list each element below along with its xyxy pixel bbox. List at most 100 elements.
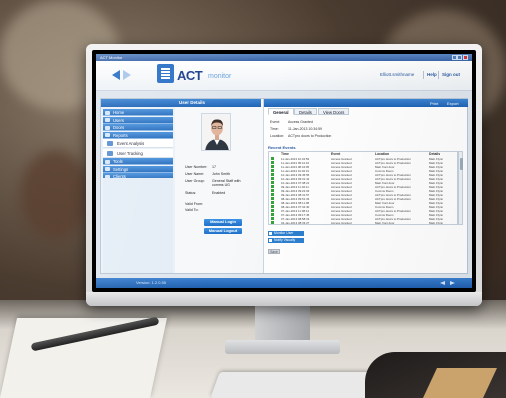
event-status-icon <box>271 181 274 184</box>
event-status-icon <box>271 165 274 168</box>
save-button[interactable]: Save <box>268 249 280 254</box>
detail-pane: Print Export General Details View Doors … <box>263 99 468 273</box>
sidebar-header <box>101 99 175 107</box>
event-status-icon <box>271 221 274 224</box>
sidebar-subitem-label: User Tracking <box>117 150 143 156</box>
time-label: Time: <box>270 127 279 131</box>
tab-general[interactable]: General <box>268 108 294 115</box>
column-header-details[interactable]: Details <box>429 152 440 156</box>
back-arrow-icon[interactable] <box>112 70 120 80</box>
manual-logout-button[interactable]: Manual Logout <box>204 227 242 234</box>
event-value: Access Granted <box>288 120 313 124</box>
table-cell[interactable]: 04-Jan-2013 08:33:27 <box>281 221 309 224</box>
app-toolbar: ACT monitor Elliott.smithname Help Sign … <box>96 61 472 91</box>
event-status-icon <box>271 169 274 172</box>
forward-arrow-icon[interactable] <box>123 70 131 80</box>
event-status-icon <box>271 189 274 192</box>
column-header-location[interactable]: Location <box>375 152 389 156</box>
event-status-icon <box>271 161 274 164</box>
event-analysis-icon <box>107 141 113 146</box>
next-arrow-icon[interactable] <box>450 280 455 285</box>
user-number-label: User Number: <box>185 165 208 169</box>
version-text: Version: 1.2.0.55 <box>136 280 167 285</box>
logo-subtext: monitor <box>208 73 232 80</box>
manual-login-button[interactable]: Manual Login <box>204 219 242 226</box>
user-group-label: User Group: <box>185 179 205 183</box>
separator <box>438 71 439 79</box>
user-details-header: User Details <box>175 99 261 107</box>
table-cell[interactable]: Access Granted <box>331 221 352 224</box>
table-cell[interactable]: Main front door <box>375 221 394 224</box>
user-name-label: User Name: <box>185 172 205 176</box>
window-titlebar: ACT Monitor <box>96 54 472 61</box>
recent-events-title: Recent Events <box>268 145 296 150</box>
sidebar-item-label: Tools <box>113 159 123 164</box>
user-avatar-icon <box>202 114 230 150</box>
settings-icon <box>105 167 110 171</box>
column-header-event[interactable]: Event <box>331 152 340 156</box>
previous-arrow-icon[interactable] <box>440 280 445 285</box>
column-header-time[interactable]: Time <box>281 152 289 156</box>
sidebar-subitem-label: Event Analysis <box>117 141 145 146</box>
sidebar-item-label: Reports <box>113 132 128 138</box>
sidebar-item-settings[interactable]: Settings <box>103 165 173 173</box>
sign-out-link[interactable]: Sign out <box>442 72 460 77</box>
sidebar-empty-area <box>103 178 173 273</box>
reports-icon <box>105 133 110 137</box>
sidebar-item-label: Users <box>113 117 124 123</box>
help-link[interactable]: Help <box>427 72 437 77</box>
current-user-link[interactable]: Elliott.smithname <box>380 72 414 77</box>
monitor-user-checkbox[interactable]: Monitor User <box>268 231 304 236</box>
tab-details[interactable]: Details <box>294 108 317 115</box>
separator <box>423 71 424 79</box>
app-window: ACT Monitor ACT monitor Elliott.smithnam… <box>96 54 472 288</box>
notify-visually-checkbox[interactable]: Notify Visually <box>268 238 304 243</box>
event-status-icon <box>271 213 274 216</box>
user-group-value: General Staff with comms UG <box>212 179 241 188</box>
door-icon <box>105 125 110 130</box>
user-tracking-icon <box>107 150 113 156</box>
recent-events-table: Time Event Location Details 11-Jan-2013 … <box>268 151 458 225</box>
window-title: ACT Monitor <box>100 55 123 60</box>
status-label: Status: <box>185 191 197 195</box>
event-status-icon <box>271 157 274 160</box>
event-status-icon <box>271 205 274 208</box>
event-status-icon <box>271 185 274 188</box>
events-scrollbar[interactable] <box>458 151 463 225</box>
sidebar-item-reports[interactable]: Reports <box>103 131 173 139</box>
table-cell[interactable]: Main Flynn <box>429 221 443 224</box>
event-status-icon <box>271 173 274 176</box>
sidebar-item-label: Settings <box>113 166 129 172</box>
sidebar-item-tools[interactable]: Tools <box>103 158 173 165</box>
valid-from-label: Valid From: <box>185 202 204 206</box>
event-status-icon <box>271 197 274 200</box>
status-value: Enabled <box>212 191 226 195</box>
export-link[interactable]: Export <box>447 101 459 106</box>
event-status-icon <box>271 201 274 204</box>
event-status-icon <box>271 177 274 180</box>
bokeh-light <box>20 150 90 240</box>
event-label: Event: <box>270 120 280 124</box>
home-icon <box>105 110 110 115</box>
scrollbar-thumb[interactable] <box>459 158 463 170</box>
sidebar-item-doors[interactable]: Doors <box>103 124 173 131</box>
event-status-icon <box>271 209 274 212</box>
close-button[interactable] <box>463 55 468 60</box>
user-number-value: 17 <box>212 165 216 169</box>
maximize-button[interactable] <box>457 55 462 60</box>
time-value: 11-Jan-2013 10:34:59 <box>288 127 322 131</box>
event-status-icon <box>271 217 274 220</box>
event-status-icon <box>271 193 274 196</box>
location-value: ACTpro doors to Production <box>288 134 332 138</box>
sidebar-item-home[interactable]: Home <box>103 109 173 116</box>
print-link[interactable]: Print <box>430 101 438 106</box>
sidebar-item-label: Home <box>113 110 125 115</box>
sidebar-item-users[interactable]: Users <box>103 116 173 124</box>
sidebar-subitem-event-analysis[interactable]: Event Analysis <box>103 139 173 148</box>
sidebar-subitem-user-tracking[interactable]: User Tracking <box>103 148 173 158</box>
tab-view-doors[interactable]: View Doors <box>318 108 350 115</box>
logo-document-icon <box>157 64 174 83</box>
location-label: Location: <box>270 134 285 138</box>
keyboard <box>210 372 390 398</box>
notebook <box>0 318 168 398</box>
